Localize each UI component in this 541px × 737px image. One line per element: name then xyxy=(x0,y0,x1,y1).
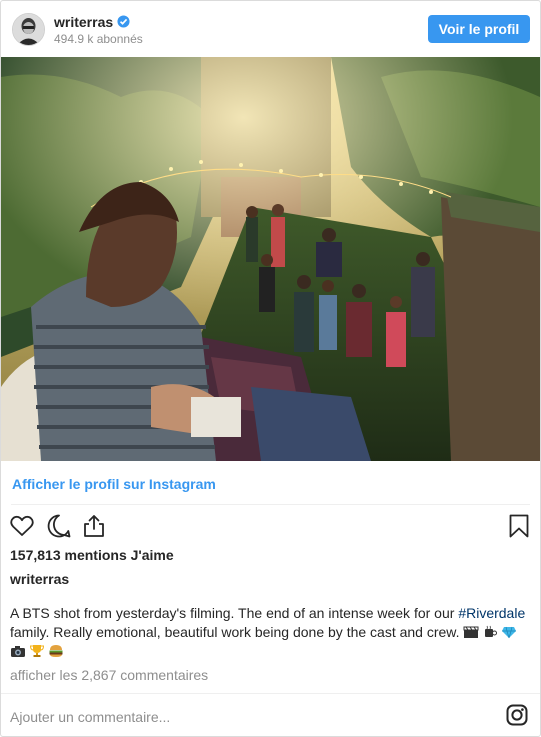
verified-badge-icon xyxy=(117,15,130,28)
clapper-board-emoji xyxy=(463,626,479,638)
caption-text-continued: family. Really emotional, beautiful work… xyxy=(10,624,464,640)
view-profile-button[interactable]: Voir le profil xyxy=(428,15,530,43)
camera-emoji xyxy=(11,646,25,657)
view-profile-on-instagram-link[interactable]: Afficher le profil sur Instagram xyxy=(12,476,216,492)
post-caption: A BTS shot from yesterday's filming. The… xyxy=(10,604,530,661)
instagram-logo-icon[interactable] xyxy=(506,704,528,726)
gem-emoji xyxy=(502,626,517,639)
instagram-embed-card: writerras 494.9 k abonnés Voir le profil xyxy=(0,0,541,737)
heart-icon[interactable] xyxy=(9,513,35,539)
caption-author[interactable]: writerras xyxy=(10,571,69,587)
garden-party-photo xyxy=(1,57,540,461)
action-bar xyxy=(1,509,540,543)
trophy-emoji xyxy=(29,645,45,657)
like-count[interactable]: 157,813 mentions J'aime xyxy=(10,547,174,563)
post-header: writerras 494.9 k abonnés Voir le profil xyxy=(1,1,540,57)
burger-emoji xyxy=(49,645,63,657)
view-all-comments-link[interactable]: afficher les 2,867 commentaires xyxy=(10,667,208,683)
hashtag-link[interactable]: #Riverdale xyxy=(458,605,525,621)
comment-icon[interactable] xyxy=(46,513,72,539)
share-icon[interactable] xyxy=(81,513,107,539)
header-username[interactable]: writerras xyxy=(54,14,130,30)
post-photo[interactable] xyxy=(1,57,540,461)
divider xyxy=(11,504,530,505)
caption-text: A BTS shot from yesterday's filming. The… xyxy=(10,605,459,621)
username-text[interactable]: writerras xyxy=(54,14,113,30)
divider xyxy=(1,693,540,694)
follower-count: 494.9 k abonnés xyxy=(54,32,143,46)
bookmark-icon[interactable] xyxy=(506,513,532,539)
add-comment-input[interactable]: Ajouter un commentaire... xyxy=(10,709,170,725)
coffee-emoji xyxy=(485,625,498,637)
avatar[interactable] xyxy=(12,13,45,46)
